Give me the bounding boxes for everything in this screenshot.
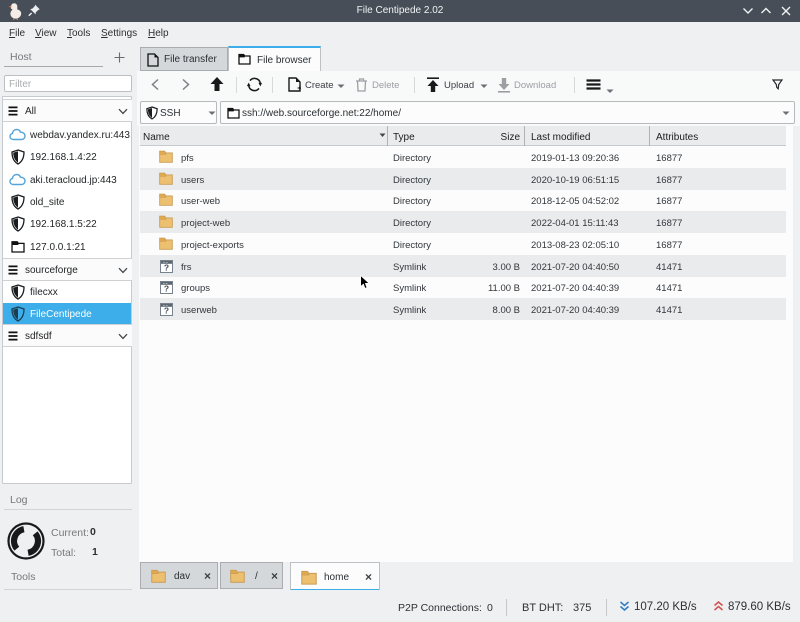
svg-text:?: ? [164, 262, 169, 272]
svg-text:?: ? [164, 284, 169, 294]
svg-text:?: ? [164, 305, 169, 315]
